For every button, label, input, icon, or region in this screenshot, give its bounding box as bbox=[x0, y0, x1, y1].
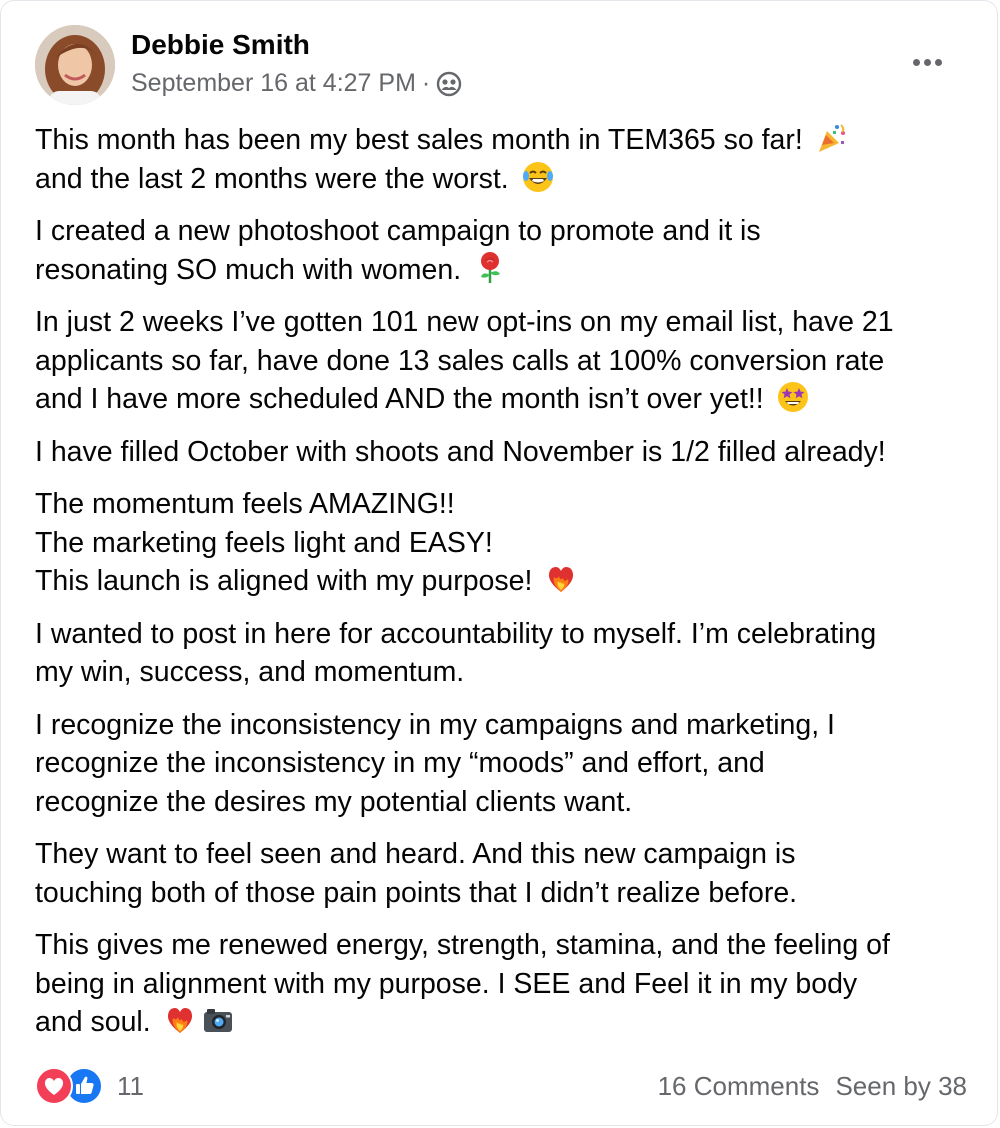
text-line: resonating SO much with women. bbox=[35, 253, 470, 286]
camera-emoji bbox=[203, 1009, 232, 1032]
author-name[interactable]: Debbie Smith bbox=[131, 29, 310, 61]
text-line: This gives me renewed energy, strength, … bbox=[35, 929, 890, 961]
text-line: I have filled October with shoots and No… bbox=[35, 435, 886, 468]
paragraph: I created a new photoshoot campaign to p… bbox=[35, 212, 969, 289]
text-line: recognize the desires my potential clien… bbox=[35, 785, 633, 818]
text-line: recognize the inconsistency in my “moods… bbox=[35, 747, 765, 779]
text-line: my win, success, and momentum. bbox=[35, 656, 465, 688]
text-line: They want to feel seen and heard. And th… bbox=[35, 838, 796, 870]
post-card: Debbie Smith September 16 at 4:27 PM · T… bbox=[0, 0, 998, 1126]
reactions-summary[interactable]: 11 bbox=[35, 1067, 144, 1105]
text-line: being in alignment with my purpose. I SE… bbox=[35, 967, 858, 1000]
love-reaction-icon bbox=[35, 1067, 73, 1105]
text-line: applicants so far, have done 13 sales ca… bbox=[35, 344, 885, 377]
more-dot-icon bbox=[934, 58, 942, 66]
star-struck-emoji bbox=[777, 382, 808, 412]
text-line: touching both of those pain points that … bbox=[35, 876, 798, 909]
meta-separator: · bbox=[421, 69, 431, 97]
post-stats: 16 Comments Seen by 38 bbox=[658, 1071, 967, 1102]
heart-on-fire-emoji bbox=[167, 1008, 192, 1033]
post-header: Debbie Smith September 16 at 4:27 PM · bbox=[35, 25, 977, 107]
paragraph: This month has been my best sales month … bbox=[35, 121, 969, 198]
more-dot-icon bbox=[912, 58, 920, 66]
post-meta: September 16 at 4:27 PM · bbox=[131, 69, 462, 98]
post-footer: 11 16 Comments Seen by 38 bbox=[35, 1067, 967, 1109]
text-line: In just 2 weeks I’ve gotten 101 new opt-… bbox=[35, 306, 894, 338]
text-line: The momentum feels AMAZING!! bbox=[35, 488, 455, 520]
more-dot-icon bbox=[923, 58, 931, 66]
avatar[interactable] bbox=[35, 25, 115, 105]
seen-by-link[interactable]: Seen by 38 bbox=[835, 1071, 967, 1102]
reaction-count: 11 bbox=[117, 1070, 144, 1101]
laughing-tears-emoji bbox=[522, 161, 553, 192]
text-line: I wanted to post in here for accountabil… bbox=[35, 617, 877, 650]
post-timestamp[interactable]: September 16 at 4:27 PM bbox=[131, 69, 416, 98]
paragraph: The momentum feels AMAZING!! The marketi… bbox=[35, 485, 969, 601]
group-icon[interactable] bbox=[436, 71, 462, 97]
more-options-button[interactable] bbox=[905, 47, 949, 77]
paragraph: In just 2 weeks I’ve gotten 101 new opt-… bbox=[35, 303, 969, 419]
paragraph: I have filled October with shoots and No… bbox=[35, 433, 969, 472]
heart-on-fire-emoji bbox=[549, 567, 574, 592]
text-line: I created a new photoshoot campaign to p… bbox=[35, 215, 761, 247]
rose-emoji bbox=[481, 251, 501, 283]
paragraph: I recognize the inconsistency in my camp… bbox=[35, 706, 969, 822]
paragraph: I wanted to post in here for accountabil… bbox=[35, 615, 969, 692]
avatar-photo bbox=[35, 25, 115, 105]
post-body: This month has been my best sales month … bbox=[35, 121, 969, 1056]
text-line: and soul. bbox=[35, 1006, 159, 1038]
text-line: This launch is aligned with my purpose! bbox=[35, 565, 541, 597]
paragraph: This gives me renewed energy, strength, … bbox=[35, 926, 969, 1042]
text-line: and the last 2 months were the worst. bbox=[35, 162, 517, 195]
text-line: The marketing feels light and EASY! bbox=[35, 526, 493, 559]
text-line: I recognize the inconsistency in my camp… bbox=[35, 708, 835, 741]
party-popper-emoji bbox=[818, 124, 845, 152]
text-line: This month has been my best sales month … bbox=[35, 124, 811, 156]
paragraph: They want to feel seen and heard. And th… bbox=[35, 835, 969, 912]
text-line: and I have more scheduled AND the month … bbox=[35, 383, 772, 415]
comments-link[interactable]: 16 Comments bbox=[658, 1071, 820, 1102]
